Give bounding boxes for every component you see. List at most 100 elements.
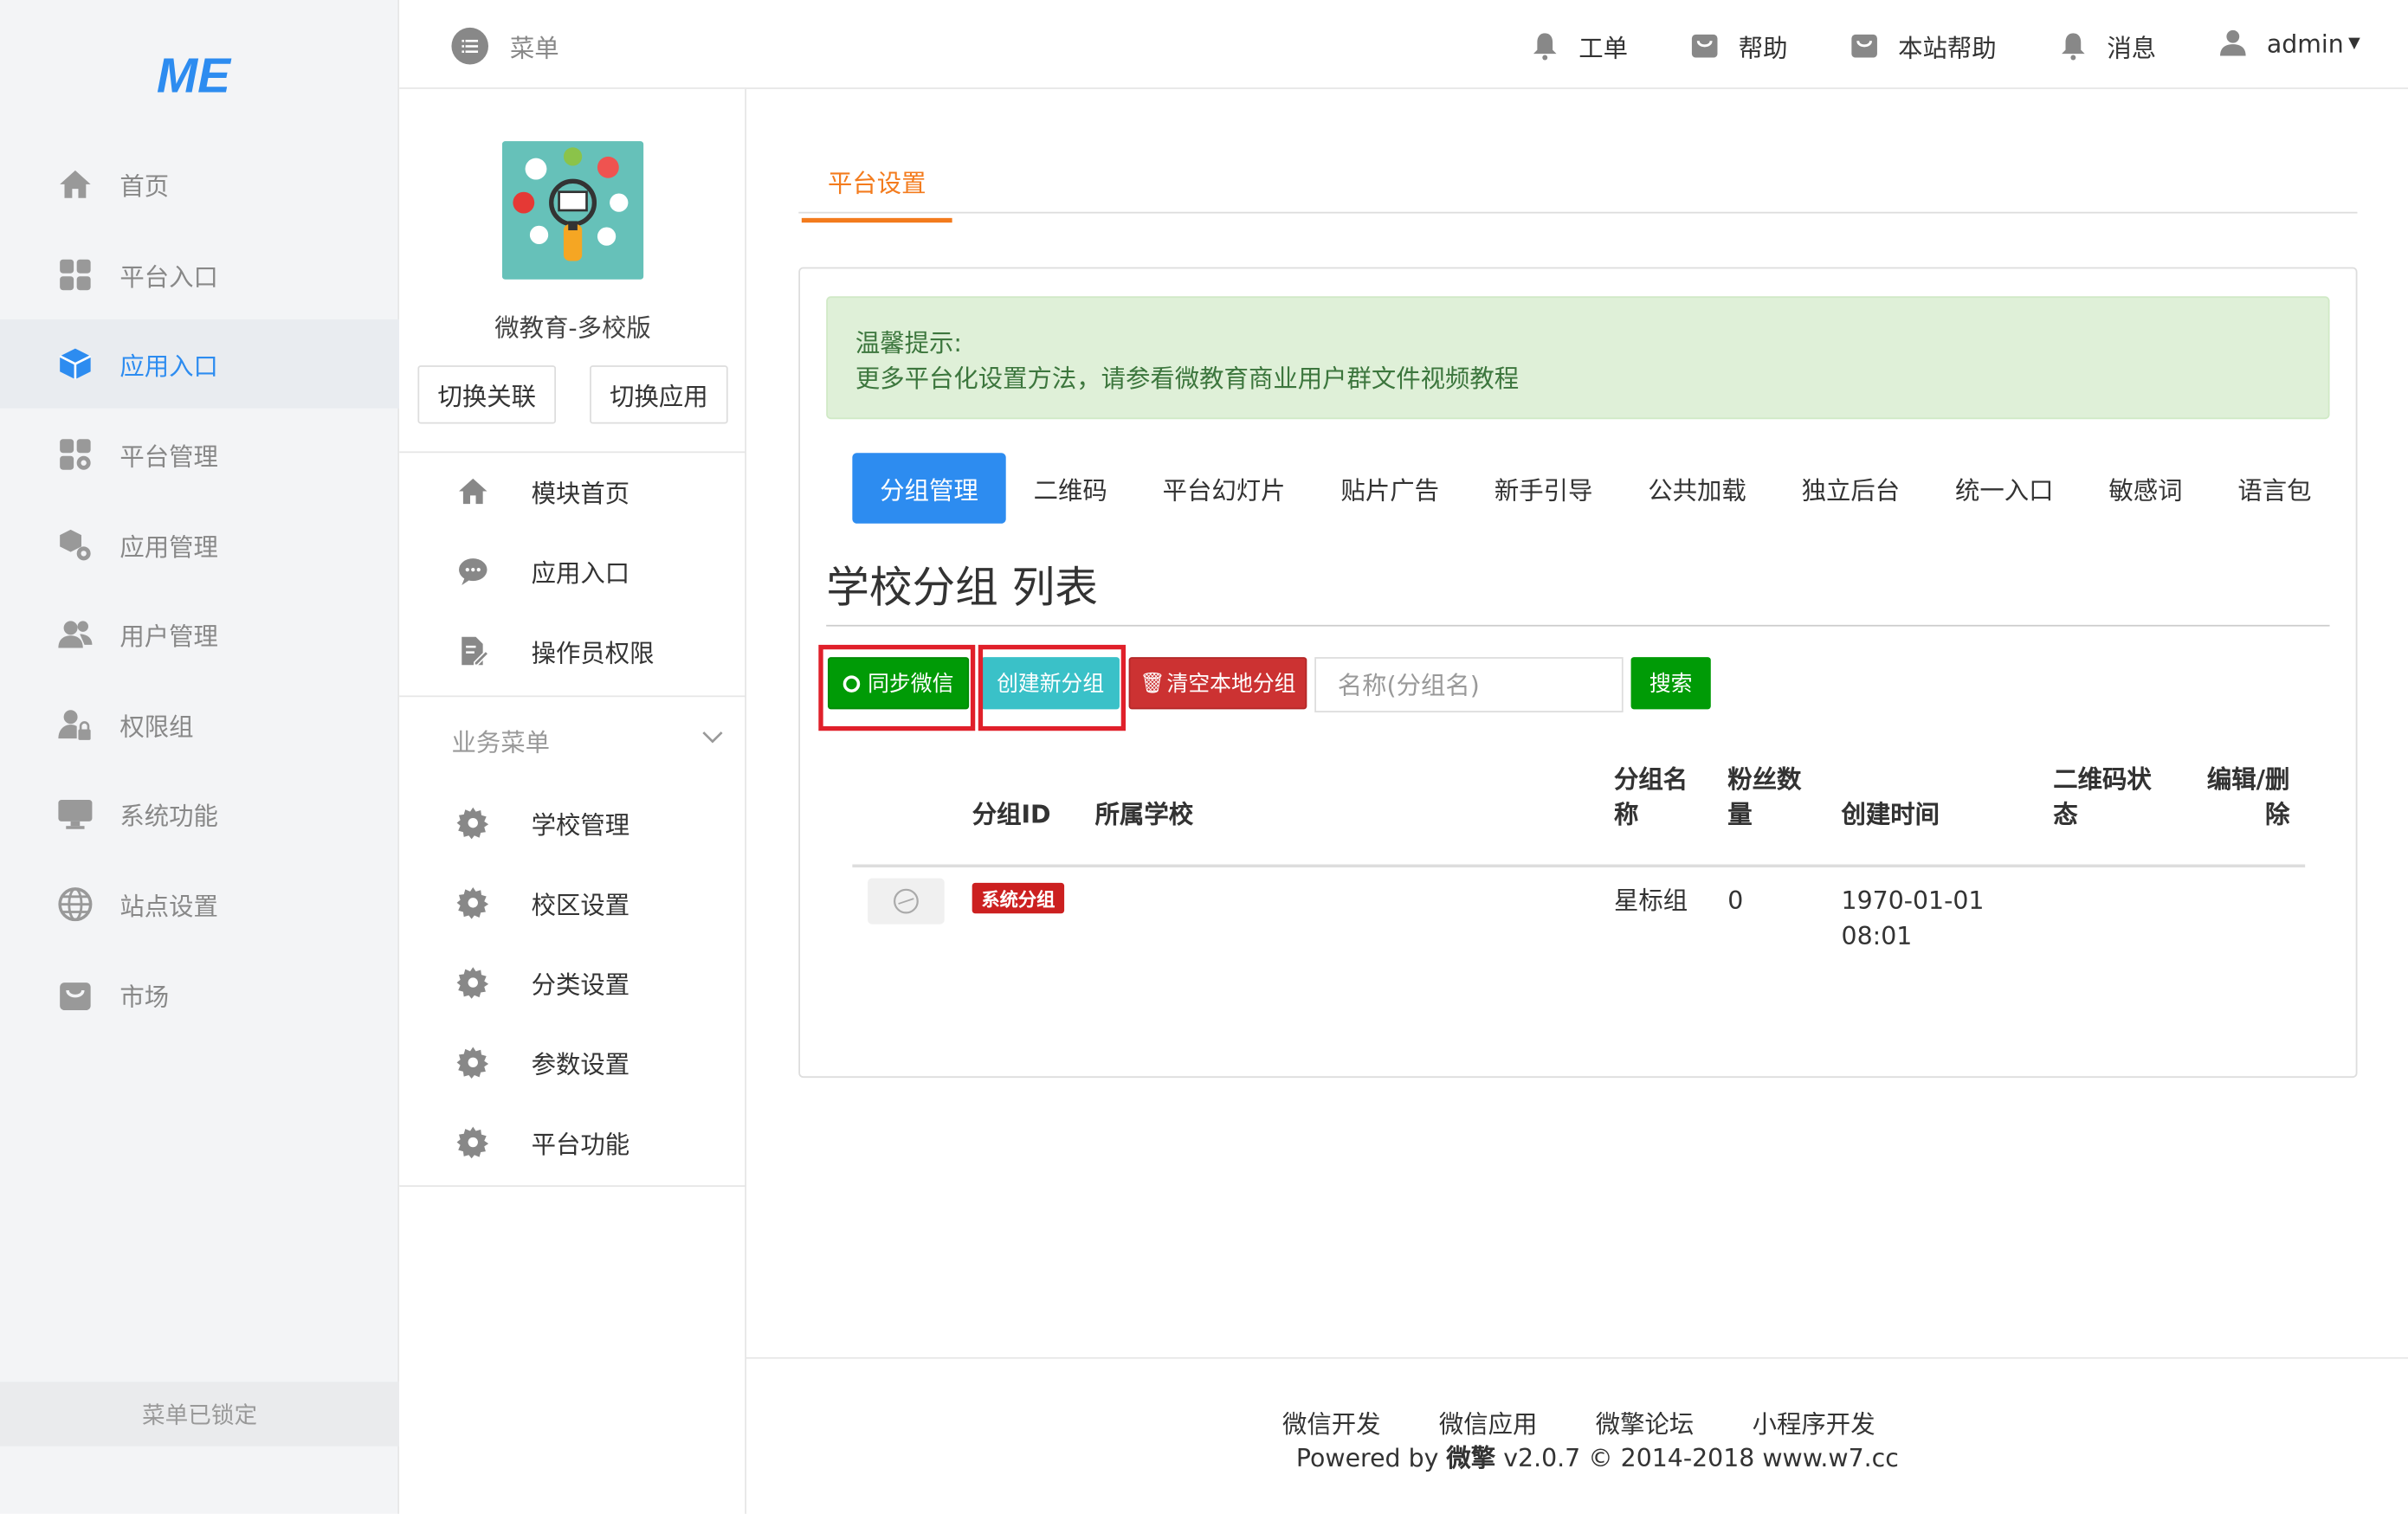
tab-divider bbox=[798, 211, 2358, 214]
subtab-guide[interactable]: 新手引导 bbox=[1467, 453, 1620, 524]
search-button[interactable]: 搜索 bbox=[1630, 657, 1711, 710]
user-icon bbox=[2220, 29, 2246, 56]
business-menu-header[interactable]: 业务菜单 bbox=[451, 722, 550, 759]
platform-function-item[interactable]: 平台功能 bbox=[399, 1102, 746, 1182]
tip-alert: 温馨提示: 更多平台化设置方法，请参看微教育商业用户群文件视频教程 bbox=[826, 296, 2330, 420]
th-edit-delete: 编辑/删除 bbox=[2206, 764, 2290, 829]
subtab-public-loading[interactable]: 公共加载 bbox=[1620, 453, 1773, 524]
th-created: 创建时间 bbox=[1841, 800, 1940, 829]
sidebar-item-label: 市场 bbox=[119, 982, 170, 1012]
monitor-icon bbox=[55, 794, 95, 834]
list-title: 学校分组 列表 bbox=[826, 562, 1098, 613]
gear-icon bbox=[455, 1044, 492, 1081]
sidebar-item-site-settings[interactable]: 站点设置 bbox=[0, 860, 399, 949]
item-label: 校区设置 bbox=[531, 890, 630, 920]
subtab-slideshow[interactable]: 平台幻灯片 bbox=[1135, 453, 1314, 524]
chat-icon bbox=[455, 552, 492, 589]
alert-text: 更多平台化设置方法，请参看微教育商业用户群文件视频教程 bbox=[855, 364, 1520, 394]
th-group-id: 分组ID bbox=[972, 800, 1051, 829]
item-label: 模块首页 bbox=[531, 479, 630, 509]
item-label: 参数设置 bbox=[531, 1050, 630, 1079]
switch-link-button[interactable]: 切换关联 bbox=[417, 365, 557, 424]
group-name-search-input[interactable] bbox=[1314, 657, 1624, 712]
item-label: 操作员权限 bbox=[531, 638, 655, 668]
button-label: 清空本地分组 bbox=[1166, 672, 1296, 698]
logo[interactable]: ME bbox=[157, 46, 246, 103]
subtab-ad[interactable]: 贴片广告 bbox=[1314, 453, 1467, 524]
gear-icon bbox=[455, 964, 492, 1002]
sidebar-item-label: 应用管理 bbox=[119, 532, 218, 563]
th-group-name: 分组名称 bbox=[1614, 764, 1688, 829]
parameter-settings-item[interactable]: 参数设置 bbox=[399, 1022, 746, 1102]
title-divider bbox=[826, 624, 2330, 627]
subtab-standalone-admin[interactable]: 独立后台 bbox=[1774, 453, 1927, 524]
users-icon bbox=[55, 614, 95, 654]
group-avatar bbox=[868, 878, 945, 925]
school-manage-item[interactable]: 学校管理 bbox=[399, 783, 746, 863]
grid-gear-icon bbox=[55, 435, 95, 474]
sidebar-item-label: 用户管理 bbox=[119, 622, 218, 652]
category-settings-item[interactable]: 分类设置 bbox=[399, 943, 746, 1022]
sidebar-item-market[interactable]: 市场 bbox=[0, 950, 399, 1040]
item-label: 分类设置 bbox=[531, 970, 630, 1000]
highlight-box bbox=[978, 644, 1127, 731]
clear-local-groups-button[interactable]: 🗑 清空本地分组 bbox=[1128, 657, 1307, 710]
sidebar-item-label: 平台入口 bbox=[119, 262, 218, 292]
sidebar-item-app-manage[interactable]: 应用管理 bbox=[0, 500, 399, 589]
sidebar-item-label: 首页 bbox=[119, 171, 170, 202]
subtab-unified-entry[interactable]: 统一入口 bbox=[1927, 453, 2081, 524]
item-label: 平台功能 bbox=[531, 1130, 630, 1160]
sidebar-item-label: 系统功能 bbox=[119, 801, 218, 831]
top-link-help[interactable]: 帮助 bbox=[1689, 28, 1788, 65]
module-home-item[interactable]: 模块首页 bbox=[399, 451, 746, 531]
main-content: 平台设置 温馨提示: 更多平台化设置方法，请参看微教育商业用户群文件视频教程 分… bbox=[746, 89, 2408, 1514]
sidebar-item-platform-entry[interactable]: 平台入口 bbox=[0, 230, 399, 319]
subtab-language-pack[interactable]: 语言包 bbox=[2210, 453, 2339, 524]
sidebar-item-platform-manage[interactable]: 平台管理 bbox=[0, 410, 399, 499]
subtab-group-manage[interactable]: 分组管理 bbox=[852, 453, 1006, 524]
home-icon bbox=[455, 473, 492, 510]
tab-platform-settings[interactable]: 平台设置 bbox=[801, 163, 952, 223]
operator-permission-item[interactable]: 操作员权限 bbox=[399, 611, 746, 691]
sidebar-item-label: 平台管理 bbox=[119, 441, 218, 472]
top-link-label: 帮助 bbox=[1738, 34, 1788, 63]
sidebar-item-app-entry[interactable]: 应用入口 bbox=[0, 319, 400, 409]
globe-icon bbox=[55, 885, 95, 925]
item-label: 应用入口 bbox=[531, 558, 630, 589]
powered-by: Powered by 微擎 v2.0.7 © 2014-2018 www.w7.… bbox=[1295, 1443, 1899, 1472]
footer-link-wechat-app[interactable]: 微信应用 bbox=[1439, 1403, 1538, 1440]
switch-app-button[interactable]: 切换应用 bbox=[590, 365, 728, 424]
caret-down-icon: ▼ bbox=[2348, 34, 2360, 52]
top-link-messages[interactable]: 消息 bbox=[2058, 28, 2156, 65]
item-label: 学校管理 bbox=[531, 810, 630, 841]
top-bar: 菜单 工单 帮助 本站帮助 消息 admin ▼ bbox=[399, 0, 2408, 89]
menu-locked-label[interactable]: 菜单已锁定 bbox=[0, 1382, 400, 1446]
alert-title: 温馨提示: bbox=[855, 328, 962, 358]
top-link-ticket[interactable]: 工单 bbox=[1530, 28, 1628, 65]
grid-icon bbox=[55, 254, 95, 294]
svg-text:ME: ME bbox=[157, 48, 232, 101]
table-header-line bbox=[852, 864, 2306, 868]
sidebar-item-label: 站点设置 bbox=[119, 892, 218, 922]
content-panel: 温馨提示: 更多平台化设置方法，请参看微教育商业用户群文件视频教程 分组管理 二… bbox=[798, 267, 2358, 1079]
menu-toggle-button[interactable]: 菜单 bbox=[451, 27, 559, 65]
subtab-sensitive-words[interactable]: 敏感词 bbox=[2081, 453, 2210, 524]
footer-link-forum[interactable]: 微擎论坛 bbox=[1596, 1403, 1695, 1440]
chevron-down-icon[interactable] bbox=[700, 725, 725, 749]
sidebar-item-user-manage[interactable]: 用户管理 bbox=[0, 589, 399, 679]
cubes-gear-icon bbox=[55, 525, 95, 565]
sidebar-item-system[interactable]: 系统功能 bbox=[0, 770, 399, 859]
footer-link-wechat-dev[interactable]: 微信开发 bbox=[1282, 1403, 1381, 1440]
th-qr-status: 二维码状态 bbox=[2053, 764, 2152, 829]
top-link-label: 本站帮助 bbox=[1898, 34, 1997, 63]
subtab-qrcode[interactable]: 二维码 bbox=[1006, 453, 1135, 524]
top-link-site-help[interactable]: 本站帮助 bbox=[1849, 28, 1997, 65]
campus-settings-item[interactable]: 校区设置 bbox=[399, 863, 746, 943]
sub-tabs: 分组管理 二维码 平台幻灯片 贴片广告 新手引导 公共加载 独立后台 统一入口 … bbox=[852, 453, 2339, 524]
footer-link-miniprogram[interactable]: 小程序开发 bbox=[1753, 1403, 1875, 1440]
sidebar-item-home[interactable]: 首页 bbox=[0, 139, 399, 229]
app-entry-item[interactable]: 应用入口 bbox=[399, 532, 746, 611]
bell-icon bbox=[2062, 33, 2085, 61]
sidebar-item-permission-group[interactable]: 权限组 bbox=[0, 680, 399, 770]
user-menu[interactable]: admin ▼ bbox=[2218, 28, 2360, 58]
